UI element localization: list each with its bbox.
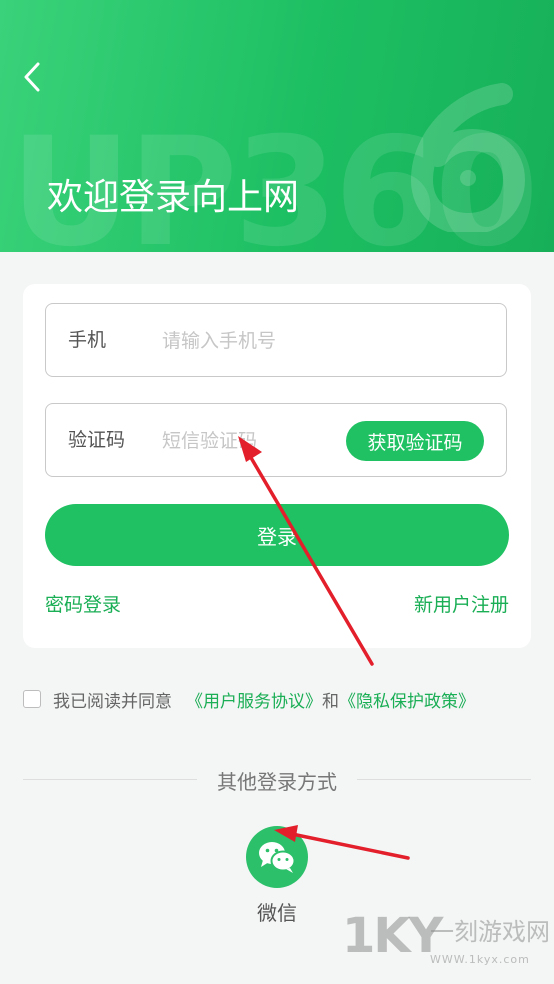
agreement-and: 和	[322, 691, 339, 712]
logo-6-icon	[410, 83, 526, 232]
get-code-button[interactable]: 获取验证码	[346, 421, 484, 461]
other-login-title: 其他登录方式	[217, 770, 337, 794]
wechat-login-button[interactable]	[246, 826, 308, 888]
chevron-left-icon	[24, 62, 40, 92]
code-label: 验证码	[68, 429, 126, 451]
code-field: 验证码 获取验证码	[45, 403, 507, 477]
wechat-icon	[259, 842, 296, 873]
watermark-url: WWW.1kyx.com	[430, 953, 530, 966]
agreement-row: 我已阅读并同意 《用户服务协议》 和 《隐私保护政策》	[23, 686, 475, 712]
phone-input[interactable]	[160, 322, 364, 360]
site-watermark: 1KY 一刻游戏网 WWW.1kyx.com	[342, 910, 554, 984]
privacy-link[interactable]: 《隐私保护政策》	[339, 687, 475, 712]
login-button[interactable]: 登录	[45, 504, 509, 566]
phone-field: 手机	[45, 303, 507, 377]
phone-label: 手机	[68, 329, 107, 351]
page-title: 欢迎登录向上网	[47, 177, 300, 218]
back-button[interactable]	[18, 60, 50, 94]
agreement-checkbox[interactable]	[23, 690, 41, 708]
watermark-name: 一刻游戏网	[430, 918, 550, 946]
password-login-link[interactable]: 密码登录	[45, 592, 121, 618]
login-card: 手机 验证码 获取验证码 登录 密码登录 新用户注册	[23, 284, 531, 648]
agreement-prefix: 我已阅读并同意	[53, 691, 172, 712]
header-banner: UP360 欢迎登录向上网	[0, 0, 554, 252]
terms-link[interactable]: 《用户服务协议》	[186, 687, 322, 712]
watermark-brand: 1KY	[342, 908, 443, 964]
sms-code-input[interactable]	[160, 422, 364, 460]
register-link[interactable]: 新用户注册	[414, 592, 509, 618]
